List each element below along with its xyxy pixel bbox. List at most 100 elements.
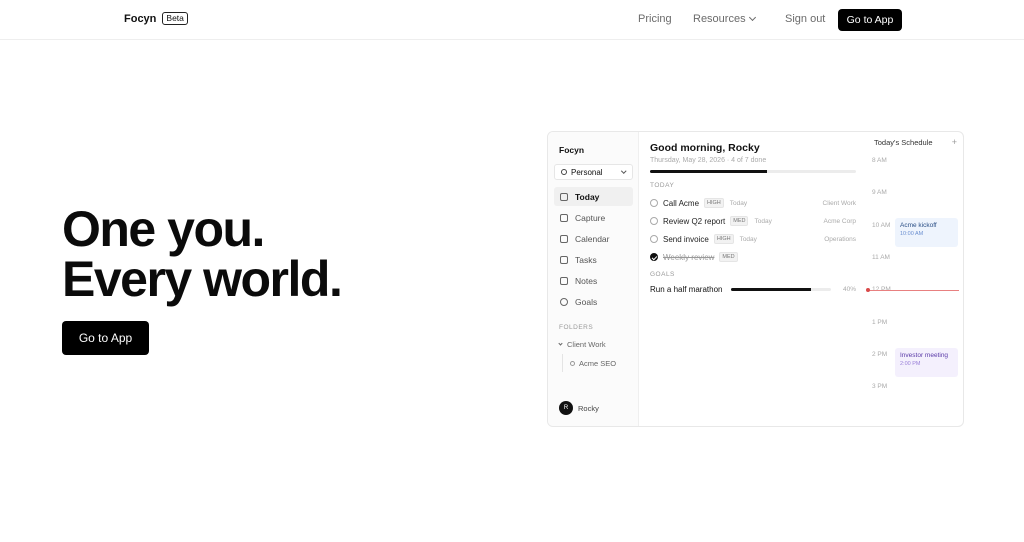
task-name: Call Acme xyxy=(663,198,700,208)
hero-line-2: Every world. xyxy=(62,251,343,307)
hour-label: 8 AM xyxy=(872,157,887,164)
add-event-button[interactable]: + xyxy=(952,137,957,147)
task-checkbox-checked[interactable] xyxy=(650,253,658,261)
sidebar-item-label: Today xyxy=(575,191,600,202)
folders-heading: FOLDERS xyxy=(559,324,594,331)
folder-acme-seo[interactable]: Acme SEO xyxy=(562,354,616,372)
event-title: Acme kickoff xyxy=(900,222,937,229)
day-progress-fill xyxy=(650,170,768,173)
hero-line-1: One you. xyxy=(62,201,265,257)
sidebar-brand: Focyn xyxy=(559,145,585,155)
nav-pricing-link[interactable]: Pricing xyxy=(638,13,672,25)
nav-resources-menu[interactable]: Resources xyxy=(693,13,756,25)
task-due: Today xyxy=(729,199,748,207)
calendar-icon xyxy=(560,234,568,243)
task-due: Today xyxy=(739,235,757,243)
hour-label: 9 AM xyxy=(872,189,887,196)
goal-name: Run a half marathon xyxy=(650,284,723,294)
inbox-icon xyxy=(560,213,568,222)
brand-name: Focyn xyxy=(124,12,157,25)
schedule-event[interactable]: Acme kickoff 10:00 AM xyxy=(895,218,958,247)
task-project: Client Work xyxy=(822,199,856,207)
user-name: Rocky xyxy=(578,403,599,413)
sidebar-item-label: Tasks xyxy=(575,254,597,265)
day-progress-bar xyxy=(650,170,856,173)
sidebar-item-tasks[interactable]: Tasks xyxy=(554,250,633,269)
task-row[interactable]: Review Q2 report MED Today Acme Corp xyxy=(650,214,856,228)
sidebar-item-capture[interactable]: Capture xyxy=(554,208,633,227)
priority-badge: MED xyxy=(730,216,749,226)
goal-percent: 40% xyxy=(842,285,856,293)
goal-progress-bar xyxy=(730,287,831,291)
task-name: Weekly review xyxy=(663,252,715,262)
sidebar-item-goals[interactable]: Goals xyxy=(554,292,633,311)
greeting: Good morning, Rocky xyxy=(650,142,760,154)
folder-client-work[interactable]: Client Work xyxy=(558,340,606,349)
event-time: 2:00 PM xyxy=(900,361,921,367)
user-menu[interactable]: R Rocky xyxy=(559,401,599,415)
circle-icon xyxy=(570,360,575,366)
task-checkbox[interactable] xyxy=(650,199,658,207)
sidebar-item-label: Notes xyxy=(575,275,598,286)
avatar: R xyxy=(559,401,573,415)
top-nav: Focyn Beta Pricing Resources Sign out Go… xyxy=(0,0,1024,40)
task-checkbox[interactable] xyxy=(650,217,658,225)
hour-label: 2 PM xyxy=(872,351,888,358)
task-project: Operations xyxy=(824,235,856,243)
event-title: Investor meeting xyxy=(900,352,949,359)
task-checkbox[interactable] xyxy=(650,235,658,243)
checkbox-icon xyxy=(560,255,568,264)
chevron-down-icon xyxy=(558,341,563,346)
hour-label: 11 AM xyxy=(872,254,890,261)
priority-badge: HIGH xyxy=(713,234,734,244)
app-preview: Focyn Personal Today Capture Calendar Ta… xyxy=(547,131,964,427)
subfolder-label: Acme SEO xyxy=(579,358,617,368)
sidebar-nav: Today Capture Calendar Tasks Notes Goals xyxy=(554,187,633,313)
task-name: Send invoice xyxy=(663,234,709,244)
note-icon xyxy=(560,276,568,285)
sidebar-item-notes[interactable]: Notes xyxy=(554,271,633,290)
app-sidebar: Focyn Personal Today Capture Calendar Ta… xyxy=(548,132,639,426)
task-row[interactable]: Call Acme HIGH Today Client Work xyxy=(650,196,856,210)
schedule-title: Today's Schedule xyxy=(874,138,933,147)
current-time-dot xyxy=(866,288,870,292)
event-time: 10:00 AM xyxy=(900,231,924,237)
current-time-line xyxy=(868,290,959,291)
task-due: Today xyxy=(754,217,772,225)
folder-label: Client Work xyxy=(567,340,606,349)
brand[interactable]: Focyn Beta xyxy=(124,12,188,25)
sidebar-item-label: Calendar xyxy=(575,233,610,244)
hour-label: 10 AM xyxy=(872,222,891,229)
user-icon xyxy=(561,169,567,175)
hero-go-to-app-button[interactable]: Go to App xyxy=(62,321,149,355)
today-heading: TODAY xyxy=(650,182,675,189)
beta-badge: Beta xyxy=(162,12,188,25)
priority-badge: MED xyxy=(719,252,738,262)
sidebar-item-label: Goals xyxy=(575,296,598,307)
schedule-panel: Today's Schedule + 8 AM 9 AM 10 AM 11 AM… xyxy=(866,132,963,426)
target-icon xyxy=(560,297,568,306)
chevron-down-icon xyxy=(620,168,626,173)
nav-go-to-app-button[interactable]: Go to App xyxy=(838,9,902,31)
goal-progress-fill xyxy=(730,287,811,291)
task-name: Review Q2 report xyxy=(663,216,726,226)
goal-row[interactable]: Run a half marathon 40% xyxy=(650,283,856,295)
task-row[interactable]: Send invoice HIGH Today Operations xyxy=(650,232,856,246)
nav-resources-label: Resources xyxy=(693,13,746,25)
task-project: Acme Corp xyxy=(823,217,856,225)
sidebar-item-today[interactable]: Today xyxy=(554,187,633,206)
date-summary: Thursday, May 28, 2026 · 4 of 7 done xyxy=(650,157,767,164)
goals-heading: GOALS xyxy=(650,271,675,278)
sidebar-item-label: Capture xyxy=(575,212,606,223)
workspace-label: Personal xyxy=(571,167,603,177)
task-row[interactable]: Weekly review MED xyxy=(650,250,856,264)
workspace-switcher[interactable]: Personal xyxy=(554,164,633,180)
calendar-icon xyxy=(560,192,568,201)
schedule-event[interactable]: Investor meeting 2:00 PM xyxy=(895,348,958,377)
chevron-down-icon xyxy=(748,13,756,22)
hour-label: 1 PM xyxy=(872,319,888,326)
sidebar-item-calendar[interactable]: Calendar xyxy=(554,229,633,248)
hero-heading: One you. Every world. xyxy=(62,201,343,307)
nav-signout-link[interactable]: Sign out xyxy=(785,13,825,25)
priority-badge: HIGH xyxy=(704,198,724,208)
